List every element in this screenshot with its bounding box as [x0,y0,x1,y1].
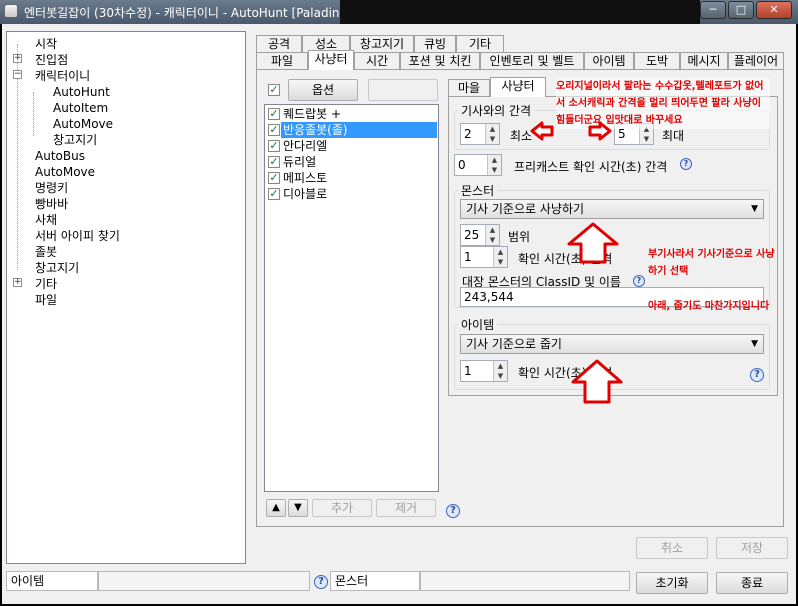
up-arrow-icon [571,359,623,404]
up-arrow-icon [567,222,619,264]
left-arrow-icon [530,121,554,141]
reset-button[interactable]: 초기화 [636,572,708,594]
status-left: 아이템 [6,571,98,591]
cancel-button[interactable]: 취소 [636,537,708,559]
status-left-extra [98,571,310,591]
right-arrow-icon [588,121,612,141]
save-button[interactable]: 저장 [716,537,788,559]
status-mid-extra [420,571,630,591]
annotation-arrows [530,121,623,404]
exit-button[interactable]: 종료 [716,572,788,594]
tab-hunting-ground[interactable]: 사냥터 [308,50,354,70]
help-icon[interactable]: ? [314,575,328,589]
subtab-hunting-ground[interactable]: 사냥터 [490,77,546,97]
status-mid: 몬스터 [330,571,420,591]
